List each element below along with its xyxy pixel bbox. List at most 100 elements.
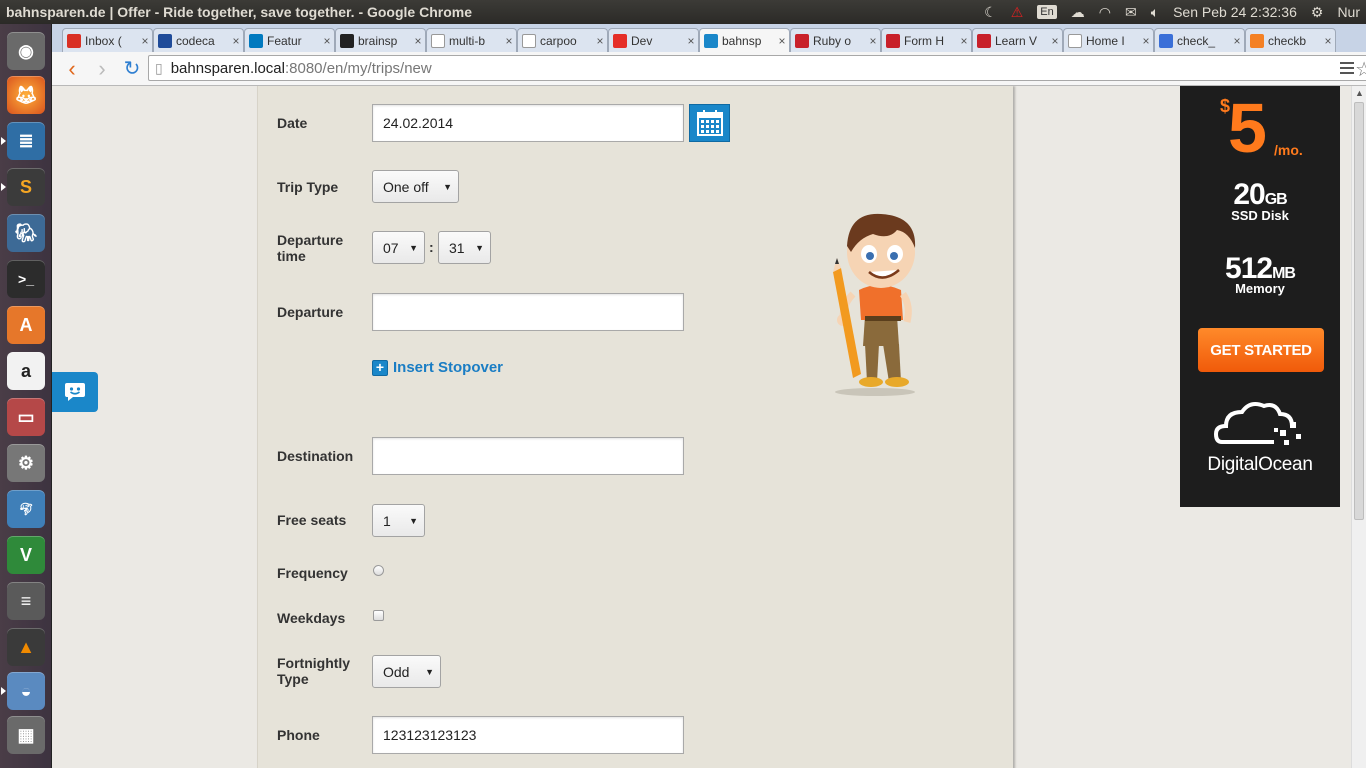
warning-icon[interactable]: ⚠ — [1011, 4, 1024, 21]
tab-7[interactable]: Dev × — [608, 28, 699, 52]
gmail-icon — [67, 33, 81, 48]
codecademy-icon — [158, 33, 172, 48]
tab-close-icon[interactable]: × — [684, 34, 698, 48]
destination-input[interactable] — [372, 437, 684, 475]
keyboard-layout-indicator[interactable]: En — [1037, 5, 1057, 19]
tab-close-icon[interactable]: × — [957, 34, 971, 48]
ad-period: /mo. — [1274, 142, 1303, 158]
tab-1[interactable]: Inbox ( × — [62, 28, 153, 52]
tab-11[interactable]: Learn V × — [972, 28, 1063, 52]
weekdays-checkbox[interactable] — [373, 610, 384, 621]
get-started-button[interactable]: GET STARTED — [1198, 328, 1324, 372]
page-icon: ▯ — [155, 59, 163, 76]
workspace-icon[interactable]: ▦ — [7, 716, 45, 754]
dash-icon[interactable]: ◉ — [7, 32, 45, 70]
destination-label: Destination — [277, 448, 354, 464]
page-scrollbar[interactable]: ▲ — [1351, 86, 1366, 768]
tab-close-icon[interactable]: × — [138, 34, 152, 48]
date-input[interactable]: 24.02.2014 — [372, 104, 684, 142]
url-host: bahnsparen.local — [170, 59, 285, 77]
address-bar[interactable]: ▯ bahnsparen.local:8080/en/my/trips/new … — [148, 55, 1366, 81]
free-seats-label: Free seats — [277, 512, 347, 528]
browser-toolbar: ‹ › ↻ ▯ bahnsparen.local:8080/en/my/trip… — [52, 52, 1366, 86]
dropdown-arrow-icon: ▼ — [409, 516, 418, 526]
tab-3[interactable]: Featur × — [244, 28, 335, 52]
tab-close-icon[interactable]: × — [320, 34, 334, 48]
wifi-icon[interactable]: ◠ — [1099, 4, 1111, 21]
fortnightly-type-select[interactable]: Odd ▼ — [372, 655, 441, 688]
pgadmin-icon[interactable]: 🐘︎ — [7, 214, 45, 252]
writer-icon[interactable]: ≣ — [1, 122, 45, 160]
clock[interactable]: Sen Peb 24 2:32:36 — [1173, 4, 1297, 20]
weekdays-label: Weekdays — [277, 610, 346, 626]
terminal-icon[interactable]: >_ — [7, 260, 45, 298]
ad-disk-label: SSD Disk — [1231, 208, 1289, 223]
firefox-icon[interactable]: 🦊︎ — [7, 76, 45, 114]
forward-button[interactable]: › — [88, 55, 116, 83]
back-button[interactable]: ‹ — [58, 55, 86, 83]
settings-icon[interactable]: ⚙ — [7, 444, 45, 482]
tab-close-icon[interactable]: × — [593, 34, 607, 48]
sublime-icon[interactable]: S — [1, 168, 45, 206]
stack-icon[interactable]: ≡ — [7, 582, 45, 620]
phone-input[interactable]: 123123123123 — [372, 716, 684, 754]
tab-9[interactable]: Ruby o × — [790, 28, 881, 52]
gear-icon[interactable]: ⚙ — [1311, 4, 1324, 21]
scroll-up-arrow-icon[interactable]: ▲ — [1355, 88, 1364, 98]
fortnightly-type-label: Fortnightly Type — [277, 655, 351, 687]
mail-icon[interactable]: ✉ — [1125, 4, 1137, 21]
tab-14[interactable]: checkb × — [1245, 28, 1336, 52]
amazon-icon[interactable]: a — [7, 352, 45, 390]
tab-close-icon[interactable]: × — [866, 34, 880, 48]
free-seats-select[interactable]: 1 ▼ — [372, 504, 425, 537]
tab-close-icon[interactable]: × — [229, 34, 243, 48]
archive-icon[interactable]: ▭ — [7, 398, 45, 436]
insert-stopover-link[interactable]: + Insert Stopover — [372, 359, 503, 376]
tab-12[interactable]: Home I × — [1063, 28, 1154, 52]
vlc-icon[interactable]: ▲ — [7, 628, 45, 666]
tab-10[interactable]: Form H × — [881, 28, 972, 52]
minute-select[interactable]: 31 ▼ — [438, 231, 491, 264]
dropdown-arrow-icon: ▼ — [409, 243, 418, 253]
tab-close-icon[interactable]: × — [411, 34, 425, 48]
tab-close-icon[interactable]: × — [1230, 34, 1244, 48]
feedback-chat-button[interactable] — [52, 372, 98, 412]
tab-6[interactable]: carpoo × — [517, 28, 608, 52]
document-icon — [522, 33, 536, 48]
tab-close-icon[interactable]: × — [775, 34, 789, 48]
mysql-workbench-icon[interactable]: 🐬︎ — [7, 490, 45, 528]
chrome-menu-icon[interactable] — [1335, 54, 1359, 82]
frequency-radio[interactable] — [373, 565, 384, 576]
tab-close-icon[interactable]: × — [1321, 34, 1335, 48]
app-icon[interactable]: ◒ — [1, 672, 45, 710]
tab-close-icon[interactable]: × — [1048, 34, 1062, 48]
tab-label: Home I — [1086, 33, 1125, 48]
trello-icon — [249, 33, 263, 48]
software-center-icon[interactable]: A — [7, 306, 45, 344]
tab-label: brainsp — [358, 33, 398, 48]
tab-label: Inbox ( — [85, 33, 122, 48]
tab-2[interactable]: codeca × — [153, 28, 244, 52]
trip-type-select[interactable]: One off ▼ — [372, 170, 459, 203]
tab-close-icon[interactable]: × — [502, 34, 516, 48]
vim-icon[interactable]: V — [7, 536, 45, 574]
calendar-button[interactable] — [689, 104, 730, 142]
hour-select[interactable]: 07 ▼ — [372, 231, 425, 264]
youtube-icon — [613, 33, 627, 48]
volume-icon[interactable]: 🔈︎ — [1151, 4, 1159, 21]
tab-5[interactable]: multi-b × — [426, 28, 517, 52]
departure-input[interactable] — [372, 293, 684, 331]
moon-icon[interactable]: ☾ — [984, 4, 997, 21]
tab-13[interactable]: check_ × — [1154, 28, 1245, 52]
reload-button[interactable]: ↻ — [118, 55, 146, 83]
scrollbar-thumb[interactable] — [1354, 102, 1364, 520]
digitalocean-ad[interactable]: $ 5 /mo. 20GB SSD Disk 512MB Memory GET … — [1180, 86, 1340, 507]
tab-8[interactable]: bahnsp × — [699, 28, 790, 52]
minute-value: 31 — [449, 239, 465, 256]
user-name[interactable]: Nur — [1337, 4, 1360, 20]
cloud-icon[interactable]: ☁ — [1071, 4, 1085, 21]
tab-label: bahnsp — [722, 33, 762, 48]
document-icon — [1068, 33, 1082, 48]
tab-4[interactable]: brainsp × — [335, 28, 426, 52]
tab-close-icon[interactable]: × — [1139, 34, 1153, 48]
